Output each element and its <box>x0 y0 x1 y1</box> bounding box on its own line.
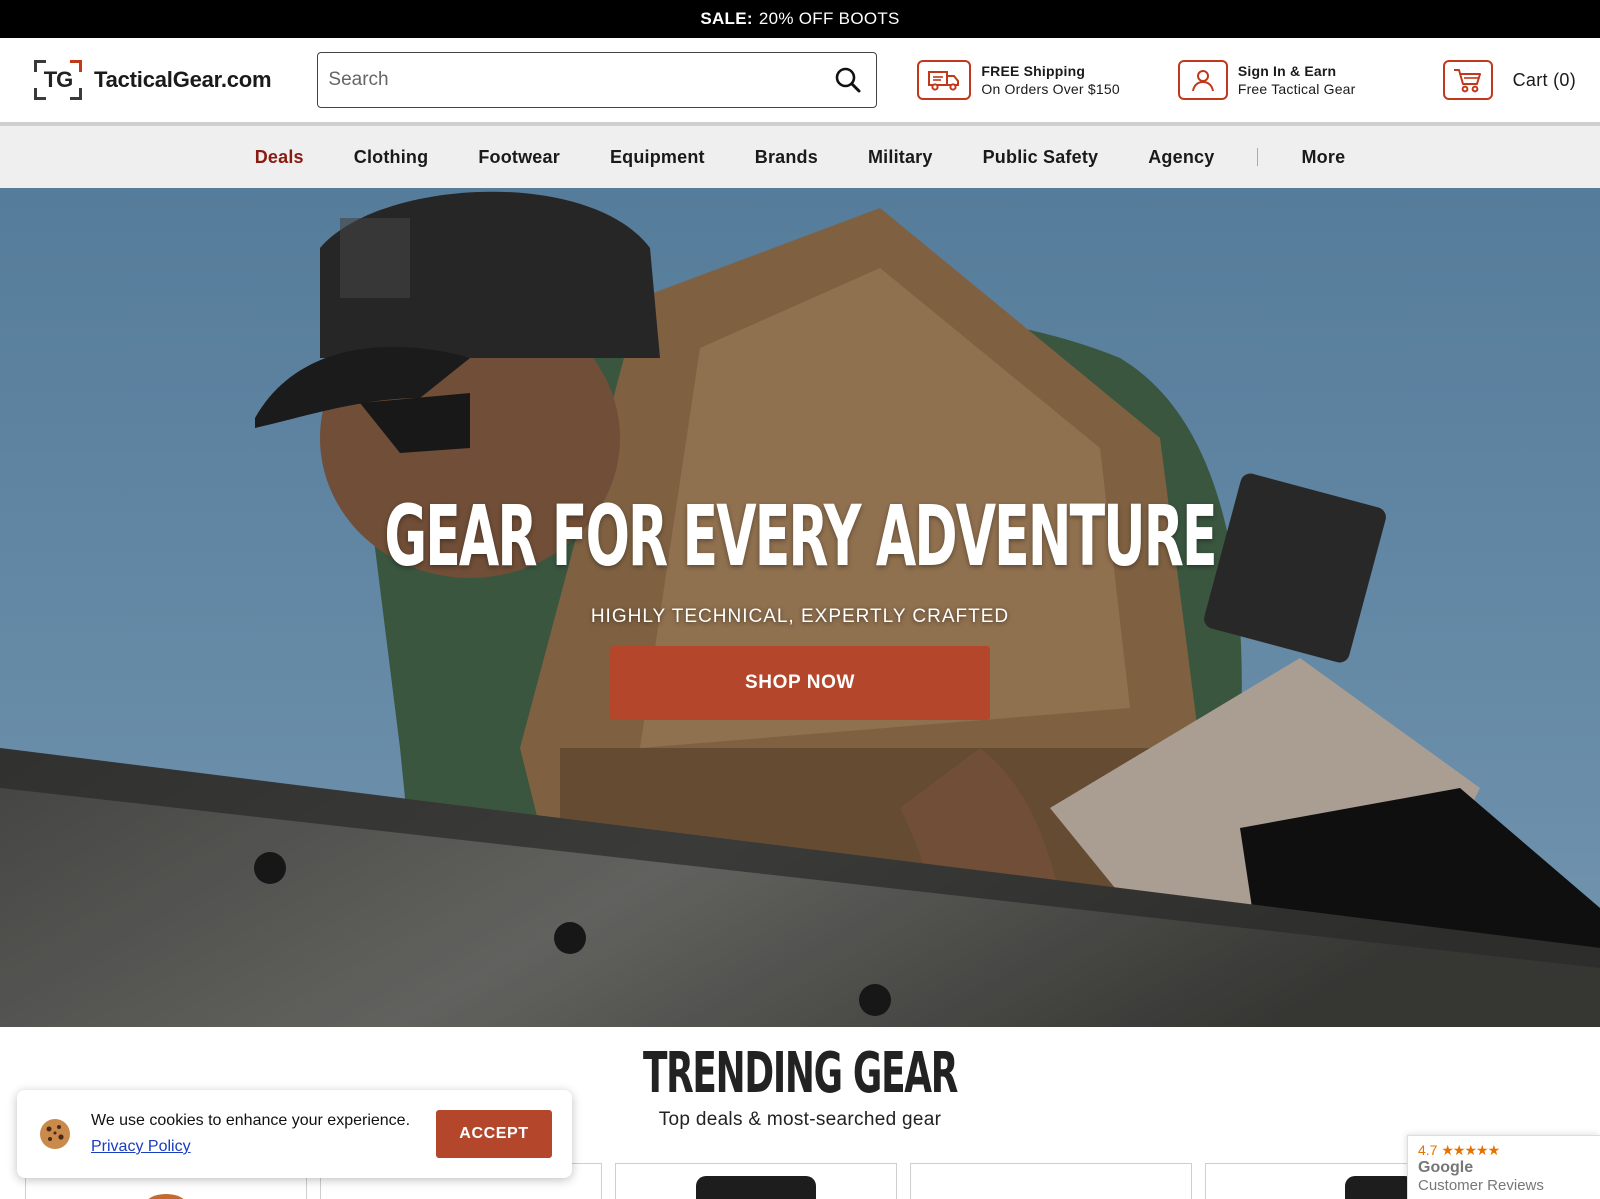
main-nav: Deals Clothing Footwear Equipment Brands… <box>0 122 1600 188</box>
nav-item-military[interactable]: Military <box>868 147 933 168</box>
logo-text: TacticalGear.com <box>94 67 272 92</box>
nav-item-equipment[interactable]: Equipment <box>610 147 705 168</box>
review-stars-icon: ★★★★★ <box>1441 1142 1500 1158</box>
cart-icon <box>1442 60 1493 100</box>
nav-item-deals[interactable]: Deals <box>255 147 304 168</box>
cart-label: Cart (0) <box>1512 69 1576 90</box>
privacy-policy-link[interactable]: Privacy Policy <box>91 1138 191 1155</box>
logo-link[interactable]: TG TacticalGear.com <box>34 60 272 100</box>
accept-cookies-button[interactable]: ACCEPT <box>436 1110 552 1158</box>
nav-divider <box>1257 148 1259 166</box>
review-label: Customer Reviews <box>1418 1177 1544 1194</box>
search-icon[interactable] <box>830 62 866 98</box>
search-box <box>317 52 878 108</box>
review-brand: Google <box>1418 1159 1474 1176</box>
nav-item-agency[interactable]: Agency <box>1148 147 1214 168</box>
user-icon <box>1177 60 1228 100</box>
promo-bar[interactable]: SALE: 20% OFF BOOTS <box>0 0 1600 38</box>
nav-item-brands[interactable]: Brands <box>755 147 818 168</box>
product-thumbnail <box>696 1176 816 1199</box>
cart-link[interactable]: Cart (0) <box>1442 60 1576 100</box>
cookie-banner: We use cookies to enhance your experienc… <box>17 1090 572 1178</box>
hero-banner[interactable]: GEAR FOR EVERY ADVENTURE HIGHLY TECHNICA… <box>0 188 1600 1027</box>
google-reviews-badge[interactable]: 4.7 ★★★★★ Google Customer Reviews <box>1407 1135 1600 1199</box>
truck-icon <box>917 60 972 100</box>
sign-in-detail: Free Tactical Gear <box>1237 81 1356 97</box>
nav-item-more[interactable]: More <box>1301 147 1345 168</box>
free-shipping-link[interactable]: FREE Shipping On Orders Over $150 <box>917 60 1120 100</box>
shop-now-button[interactable]: SHOP NOW <box>610 646 990 720</box>
hero-title: GEAR FOR EVERY ADVENTURE <box>384 487 1217 585</box>
hero-content: GEAR FOR EVERY ADVENTURE HIGHLY TECHNICA… <box>0 488 1600 720</box>
nav-item-public-safety[interactable]: Public Safety <box>983 147 1099 168</box>
sign-in-title: Sign In & Earn <box>1237 63 1337 79</box>
review-rating: 4.7 <box>1418 1142 1438 1158</box>
site-header: TG TacticalGear.com FREE Shipping On Ord… <box>0 38 1600 122</box>
cookie-message: We use cookies to enhance your experienc… <box>91 1112 411 1129</box>
promo-text: 20% OFF BOOTS <box>758 9 900 28</box>
product-thumbnail <box>1344 1176 1415 1199</box>
nav-item-footwear[interactable]: Footwear <box>478 147 560 168</box>
hero-subtitle: HIGHLY TECHNICAL, EXPERTLY CRAFTED <box>590 606 1010 627</box>
product-card[interactable] <box>910 1163 1192 1199</box>
product-card[interactable] <box>615 1163 897 1199</box>
search-input[interactable] <box>328 69 831 91</box>
product-thumbnail <box>146 1194 186 1199</box>
promo-prefix: SALE: <box>700 9 753 28</box>
nav-item-clothing[interactable]: Clothing <box>354 147 429 168</box>
sign-in-link[interactable]: Sign In & Earn Free Tactical Gear <box>1177 60 1356 100</box>
shipping-detail: On Orders Over $150 <box>981 81 1120 97</box>
logo-mark: TG <box>34 60 82 100</box>
cookie-icon <box>37 1116 73 1152</box>
shipping-title: FREE Shipping <box>981 63 1086 79</box>
